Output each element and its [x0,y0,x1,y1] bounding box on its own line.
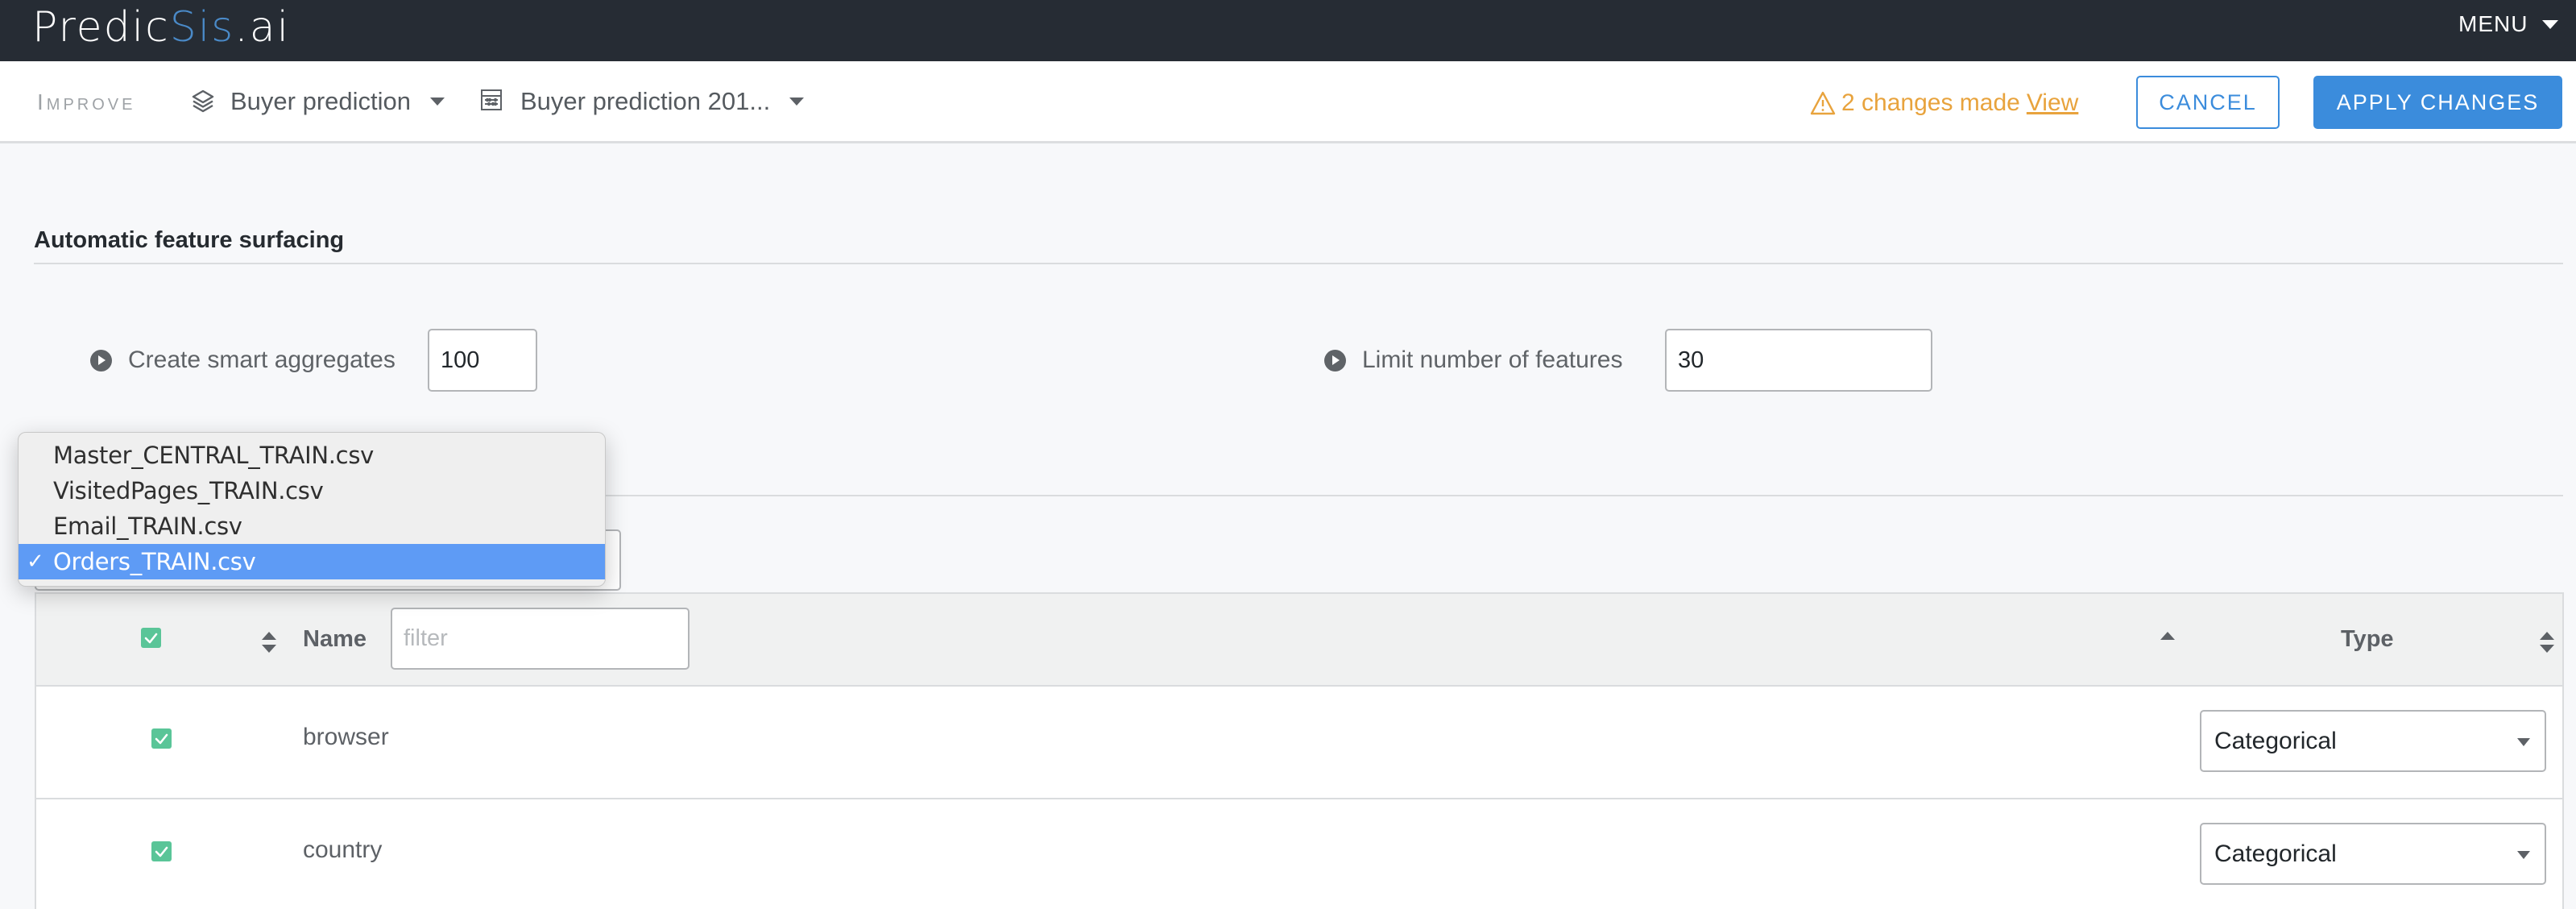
limit-features-label: Limit number of features [1362,347,1623,373]
table-row: browser Categorical [36,687,2562,799]
table-header: Name Type [36,594,2562,687]
model-selector[interactable]: Buyer prediction 201... [480,84,805,119]
smart-aggregates-option: Create smart aggregates [90,329,396,392]
play-circle-icon [1324,349,1346,371]
caret-down-icon [2542,19,2559,29]
feature-name: browser [303,724,389,750]
column-header-name[interactable]: Name [303,626,367,653]
table-row: country Categorical [36,799,2562,909]
dropdown-option[interactable]: VisitedPages_TRAIN.csv [19,473,605,508]
limit-features-option: Limit number of features [1324,329,1622,392]
caret-down-icon [2517,738,2530,746]
check-icon [155,733,168,745]
logo-prefix: Predic [32,3,170,52]
caret-down-icon [430,98,445,106]
option-label: Orders_TRAIN.csv [53,548,256,575]
row-checkbox[interactable] [151,841,172,861]
type-select[interactable]: Categorical [2200,823,2546,885]
check-icon [155,846,168,857]
name-filter-input[interactable] [391,608,690,670]
section-divider [34,263,2563,264]
feature-name: country [303,836,383,863]
dropdown-option[interactable]: Email_TRAIN.csv [19,508,605,544]
check-icon [144,633,158,644]
dropdown-option[interactable]: Master_CENTRAL_TRAIN.csv [19,438,605,473]
project-selector[interactable]: Buyer prediction [190,84,445,119]
layers-icon [190,89,216,114]
sort-icon[interactable] [262,632,277,653]
dropdown-option-selected[interactable]: ✓ Orders_TRAIN.csv [19,544,605,579]
warning-icon [1809,90,1837,116]
logo-suffix: .ai [234,3,291,52]
menu-label: MENU [2458,11,2528,36]
changes-count: 2 changes made [1841,89,2020,116]
option-label: Email_TRAIN.csv [53,513,242,540]
project-name: Buyer prediction [230,87,412,115]
section-label: Improve [37,89,136,114]
caret-down-icon [789,98,805,106]
menu-button[interactable]: MENU [2458,8,2559,40]
checkmark-icon: ✓ [27,550,44,574]
sub-header: Improve Buyer prediction Buyer predictio… [0,61,2576,143]
abacus-icon [480,89,506,114]
sort-ascending-icon[interactable] [2160,632,2175,640]
logo-accent: Sis [169,3,235,52]
type-value: Categorical [2214,728,2337,754]
model-name: Buyer prediction 201... [520,87,771,115]
type-value: Categorical [2214,841,2337,867]
top-navbar: PredicSis.ai MENU [0,0,2576,61]
section-title: Automatic feature surfacing [34,227,345,253]
app-logo[interactable]: PredicSis.ai [32,3,290,52]
play-circle-icon [90,349,112,371]
select-all-checkbox[interactable] [141,628,161,648]
row-checkbox[interactable] [151,728,172,749]
column-header-type[interactable]: Type [2341,626,2394,653]
option-label: Master_CENTRAL_TRAIN.csv [53,442,374,469]
caret-down-icon [2517,851,2530,859]
option-label: VisitedPages_TRAIN.csv [53,477,324,504]
limit-features-input[interactable] [1665,329,1932,392]
type-select[interactable]: Categorical [2200,710,2546,772]
changes-notice: 2 changes made View [1809,85,2078,121]
file-dropdown-menu: Master_CENTRAL_TRAIN.csv VisitedPages_TR… [18,432,606,587]
apply-changes-button[interactable]: APPLY CHANGES [2313,76,2562,129]
smart-aggregates-label: Create smart aggregates [128,347,396,373]
view-changes-link[interactable]: View [2027,89,2078,117]
features-table: Name Type browser Categorical country Ca… [35,592,2564,909]
sort-icon[interactable] [2540,632,2555,653]
cancel-button[interactable]: CANCEL [2136,76,2280,129]
smart-aggregates-input[interactable] [428,329,537,392]
